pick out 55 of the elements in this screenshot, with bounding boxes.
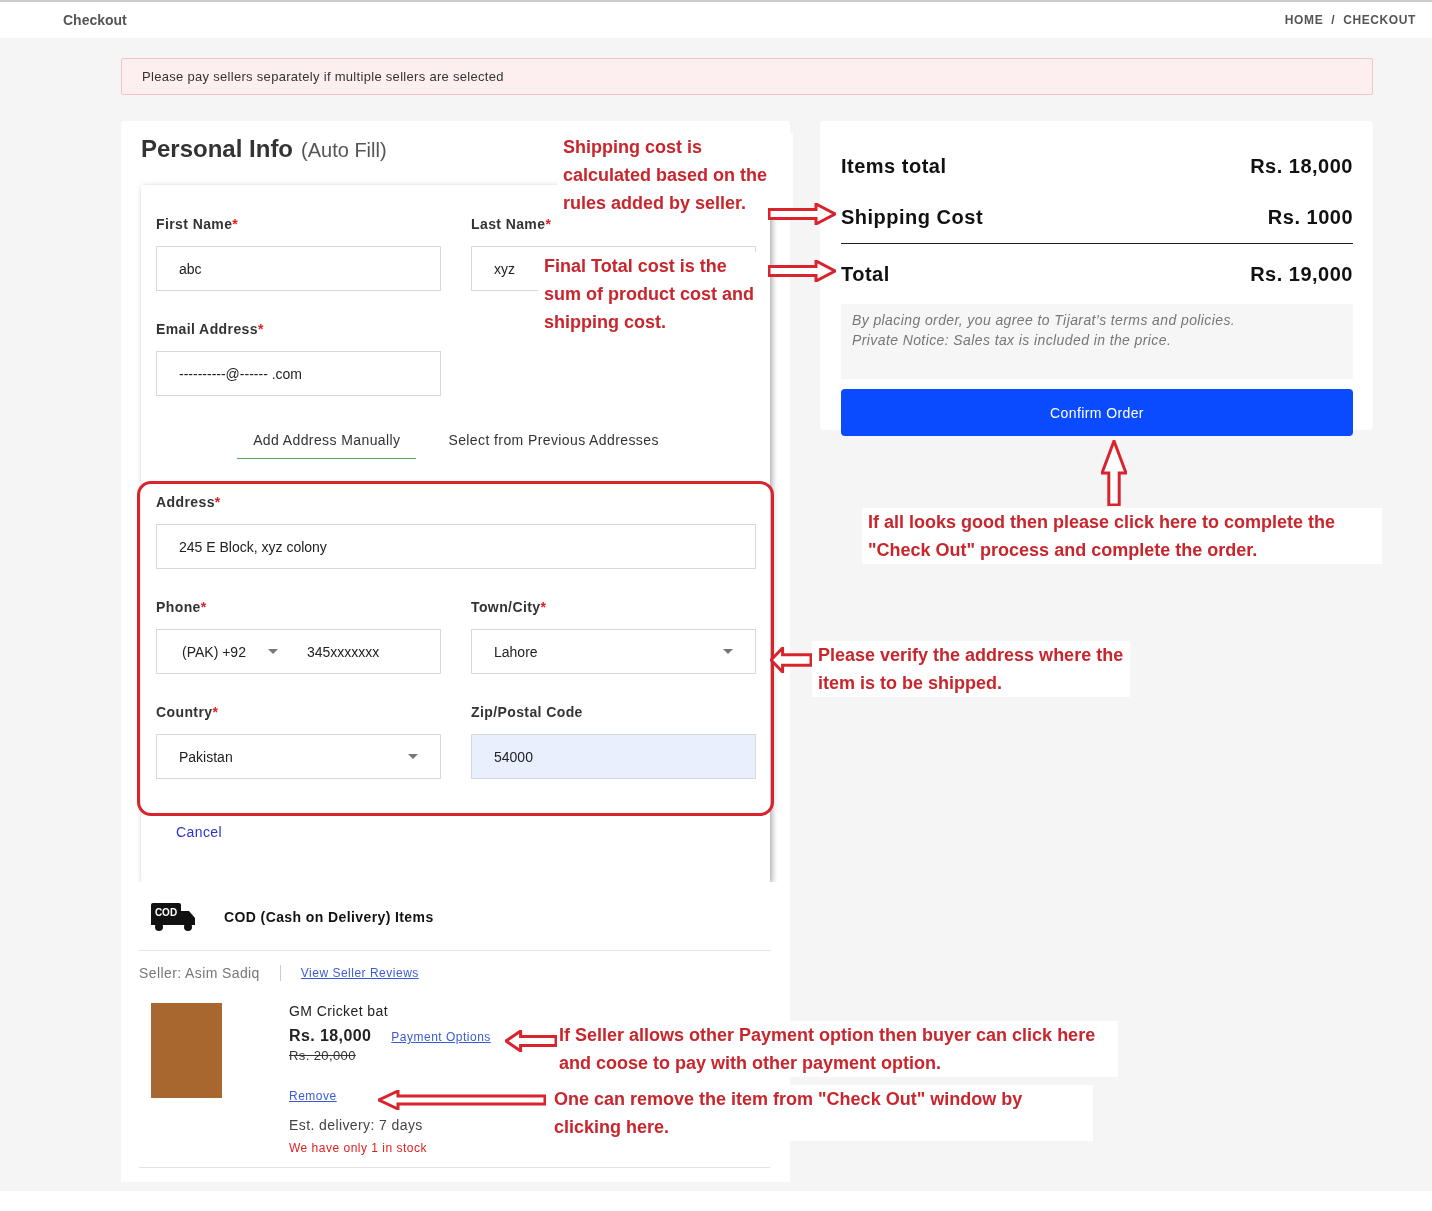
field-label: First Name*	[156, 216, 240, 232]
caret-icon	[408, 754, 418, 759]
confirm-order-button[interactable]: Confirm Order	[841, 389, 1353, 436]
annotation-tooltip: Final Total cost is the sum of product cost and shipping cost.	[538, 252, 770, 336]
arrow-icon	[1101, 440, 1127, 506]
note-text: By placing order, you agree to Tijarat’s terms and policies.	[852, 312, 1237, 328]
phone-number-input[interactable]: 345xxxxxxx	[307, 643, 427, 660]
dropdown[interactable]: Pakistan	[156, 734, 441, 779]
field-label: Email Address*	[156, 321, 265, 337]
arrow-icon	[505, 1030, 557, 1052]
cancel-link[interactable]: Cancel	[176, 824, 222, 840]
delivery-estimate: Est. delivery: 7 days	[289, 1117, 424, 1133]
breadcrumb-link[interactable]: HOME	[1284, 13, 1324, 27]
summary-label: Total	[841, 262, 890, 286]
product-name: GM Cricket bat	[289, 1003, 389, 1019]
field-label: Address*	[156, 494, 222, 510]
summary-label: Shipping Cost	[841, 206, 984, 229]
page-title: Checkout	[63, 12, 127, 28]
annotation-tooltip: Please verify the address where the item is to be shipped.	[812, 641, 1130, 697]
caret-icon	[723, 649, 733, 654]
payment-options-link[interactable]: Payment Options	[391, 1030, 491, 1044]
summary-amount: Rs. 1000	[1267, 206, 1353, 229]
seller-name: Seller: Asim Sadiq	[139, 965, 281, 981]
breadcrumb-separator: /	[1331, 13, 1336, 27]
first-name-input[interactable]: abc	[156, 246, 441, 291]
section-title: Personal Info	[141, 135, 294, 163]
summary-amount: Rs. 19,000	[1250, 262, 1353, 286]
dropdown[interactable]: Lahore	[471, 629, 756, 674]
text-input[interactable]: 245 E Block, xyz colony	[156, 524, 756, 569]
field-label: Zip/Postal Code	[471, 704, 584, 720]
email-input[interactable]: ----------@------ .com	[156, 351, 441, 396]
breadcrumb-link[interactable]: CHECKOUT	[1343, 13, 1416, 27]
caret-icon	[267, 649, 278, 654]
stock-warning: We have only 1 in stock	[289, 1141, 428, 1155]
address-tab[interactable]: Add Address Manually	[237, 424, 417, 459]
field-label: Town/City*	[471, 599, 548, 615]
product-price: Rs. 18,000	[289, 1027, 372, 1045]
seller-reviews-link[interactable]: View Seller Reviews	[300, 966, 419, 980]
summary-label: Items total	[841, 155, 947, 178]
remove-link[interactable]: Remove	[289, 1089, 337, 1103]
address-tab[interactable]: Select from Previous Addresses	[432, 424, 675, 459]
note-text: Private Notice: Sales tax is included in the price.	[852, 332, 1173, 348]
arrow-icon	[378, 1090, 546, 1110]
summary-amount: Rs. 18,000	[1250, 155, 1353, 178]
annotation-tooltip: If all looks good then please click here to complete the "Check Out" process and complete the order.	[862, 508, 1382, 564]
field-label: Last Name*	[471, 216, 553, 232]
country-code-select[interactable]: (PAK) +92	[182, 643, 307, 660]
field-label: Phone*	[156, 599, 208, 615]
original-price: Rs. 20,000	[289, 1048, 357, 1063]
field-label: Country*	[156, 704, 220, 720]
phone-field[interactable]: (PAK) +92 345xxxxxxx	[156, 629, 441, 674]
section-subtitle: (Auto Fill)	[301, 139, 387, 162]
alert-banner: Please pay sellers separately if multiple sellers are selected	[121, 58, 1373, 95]
text-input[interactable]: 54000	[471, 734, 756, 779]
section-title: COD (Cash on Delivery) Items	[224, 909, 434, 925]
